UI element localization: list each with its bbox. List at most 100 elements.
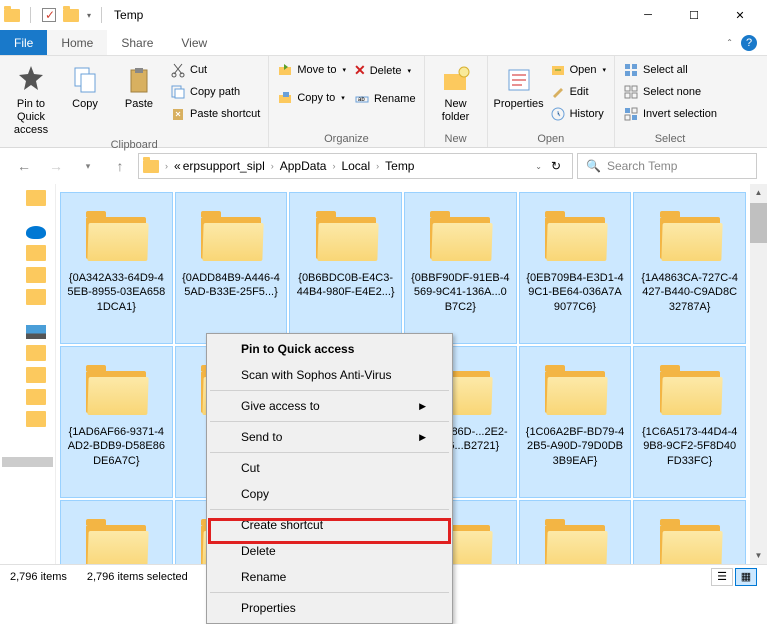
edit-button[interactable]: Edit (548, 82, 608, 102)
folder-icon (26, 289, 46, 305)
ribbon: Pin to Quick access Copy Paste Cut Copy … (0, 56, 767, 148)
delete-x-icon: ✕ (354, 62, 366, 79)
copy-button[interactable]: Copy (60, 60, 110, 111)
close-button[interactable]: ✕ (717, 0, 763, 30)
ctx-pin-to-quick-access[interactable]: Pin to Quick access (209, 336, 450, 362)
address-dropdown-icon[interactable]: ⌄ (535, 162, 542, 171)
properties-button[interactable]: Properties (494, 60, 544, 111)
refresh-button[interactable]: ↻ (544, 159, 568, 173)
onedrive-icon (26, 226, 46, 239)
folder-icon (543, 213, 607, 263)
qat-checkbox-icon[interactable]: ✓ (41, 7, 57, 23)
move-to-button[interactable]: Move to▾ (275, 60, 348, 80)
folder-icon (26, 190, 46, 206)
folder-item[interactable] (60, 500, 173, 564)
titlebar: ✓ ▾ Temp ─ ☐ ✕ (0, 0, 767, 30)
minimize-button[interactable]: ─ (625, 0, 671, 30)
history-button[interactable]: History (548, 104, 608, 124)
search-input[interactable]: 🔍 Search Temp (577, 153, 757, 179)
context-menu: Pin to Quick access Scan with Sophos Ant… (206, 333, 453, 624)
folder-item[interactable]: {1C6A5173-44D4-49B8-9CF2-5F8D40FD33FC} (633, 346, 746, 498)
ctx-rename[interactable]: Rename (209, 564, 450, 590)
back-button[interactable]: ← (10, 152, 38, 180)
select-group-label: Select (621, 132, 719, 145)
folder-icon (84, 213, 148, 263)
copy-to-button[interactable]: Copy to▾ (275, 88, 348, 108)
folder-icon (543, 367, 607, 417)
folder-icon (26, 367, 46, 383)
address-bar: ← → ▾ ↑ › « erpsupport_sipl› AppData› Lo… (0, 148, 767, 184)
icons-view-button[interactable]: ▦ (735, 568, 757, 586)
folder-item[interactable]: {0BBF90DF-91EB-4569-9C41-136A...0B7C2} (404, 192, 517, 344)
ctx-create-shortcut[interactable]: Create shortcut (209, 512, 450, 538)
folder-item[interactable]: {1A4863CA-727C-4427-B440-C9AD8C32787A} (633, 192, 746, 344)
folder-icon (314, 213, 378, 263)
copy-path-button[interactable]: Copy path (168, 82, 262, 102)
item-count: 2,796 items (10, 571, 67, 583)
folder-item[interactable]: {1AD6AF66-9371-4AD2-BDB9-D58E86DE6A7C} (60, 346, 173, 498)
address-box[interactable]: › « erpsupport_sipl› AppData› Local› Tem… (138, 153, 573, 179)
folder-name-label: {0B6BDC0B-E4C3-44B4-980F-E4E2...} (294, 271, 397, 300)
folder-icon (26, 411, 46, 427)
details-view-button[interactable]: ☰ (711, 568, 733, 586)
recent-dropdown[interactable]: ▾ (74, 152, 102, 180)
folder-icon (199, 213, 263, 263)
forward-button[interactable]: → (42, 152, 70, 180)
select-none-button[interactable]: Select none (621, 82, 719, 102)
folder-item[interactable]: {1C06A2BF-BD79-42B5-A90D-79D0DB3B9EAF} (519, 346, 632, 498)
folder-item[interactable]: {0ADD84B9-A446-45AD-B33E-25F5...} (175, 192, 288, 344)
up-button[interactable]: ↑ (106, 152, 134, 180)
select-all-button[interactable]: Select all (621, 60, 719, 80)
new-group-label: New (431, 132, 481, 145)
home-tab[interactable]: Home (47, 30, 107, 55)
folder-name-label: {1A4863CA-727C-4427-B440-C9AD8C32787A} (638, 271, 741, 314)
share-tab[interactable]: Share (107, 30, 167, 55)
qat-folder-icon[interactable] (63, 7, 79, 23)
folder-icon (26, 345, 46, 361)
pin-to-quick-access-button[interactable]: Pin to Quick access (6, 60, 56, 138)
folder-item[interactable]: {0EB709B4-E3D1-49C1-BE64-036A7A9077C6} (519, 192, 632, 344)
svg-text:ab: ab (358, 97, 365, 103)
this-pc-icon (26, 325, 46, 339)
vertical-scrollbar[interactable]: ▲ ▼ (750, 184, 767, 564)
maximize-button[interactable]: ☐ (671, 0, 717, 30)
folder-item[interactable]: {0A342A33-64D9-45EB-8955-03EA6581DCA1} (60, 192, 173, 344)
clipboard-group-label: Clipboard (6, 138, 262, 151)
open-group-label: Open (494, 132, 608, 145)
ctx-scan-antivirus[interactable]: Scan with Sophos Anti-Virus (209, 362, 450, 388)
navigation-pane[interactable] (0, 184, 56, 564)
view-tab[interactable]: View (167, 30, 221, 55)
file-tab[interactable]: File (0, 30, 47, 55)
paste-button[interactable]: Paste (114, 60, 164, 111)
delete-button[interactable]: ✕Delete▾ (352, 60, 418, 81)
qat-dropdown-icon[interactable]: ▾ (87, 11, 91, 20)
folder-icon (428, 213, 492, 263)
invert-selection-button[interactable]: Invert selection (621, 104, 719, 124)
open-button[interactable]: Open▾ (548, 60, 608, 80)
selected-count: 2,796 items selected (87, 571, 188, 583)
ctx-give-access-to[interactable]: Give access to▶ (209, 393, 450, 419)
folder-name-label: {1AD6AF66-9371-4AD2-BDB9-D58E86DE6A7C} (65, 425, 168, 468)
folder-icon (543, 521, 607, 564)
ctx-cut[interactable]: Cut (209, 455, 450, 481)
search-icon: 🔍 (586, 159, 601, 173)
folder-item[interactable] (519, 500, 632, 564)
paste-shortcut-button[interactable]: Paste shortcut (168, 104, 262, 124)
folder-icon (26, 267, 46, 283)
folder-icon (658, 367, 722, 417)
ctx-send-to[interactable]: Send to▶ (209, 424, 450, 450)
ctx-copy[interactable]: Copy (209, 481, 450, 507)
ctx-properties[interactable]: Properties (209, 595, 450, 621)
ctx-delete[interactable]: Delete (209, 538, 450, 564)
new-folder-button[interactable]: New folder (431, 60, 481, 124)
folder-item[interactable]: {0B6BDC0B-E4C3-44B4-980F-E4E2...} (289, 192, 402, 344)
folder-item[interactable] (633, 500, 746, 564)
ribbon-collapse-icon[interactable]: ⌃ (726, 38, 733, 47)
cut-button[interactable]: Cut (168, 60, 262, 80)
rename-button[interactable]: abRename (352, 89, 418, 109)
nav-scrollbar[interactable] (2, 457, 53, 467)
help-icon[interactable]: ? (741, 35, 757, 51)
organize-group-label: Organize (275, 132, 417, 145)
folder-name-label: {1C6A5173-44D4-49B8-9CF2-5F8D40FD33FC} (638, 425, 741, 468)
folder-icon (658, 521, 722, 564)
